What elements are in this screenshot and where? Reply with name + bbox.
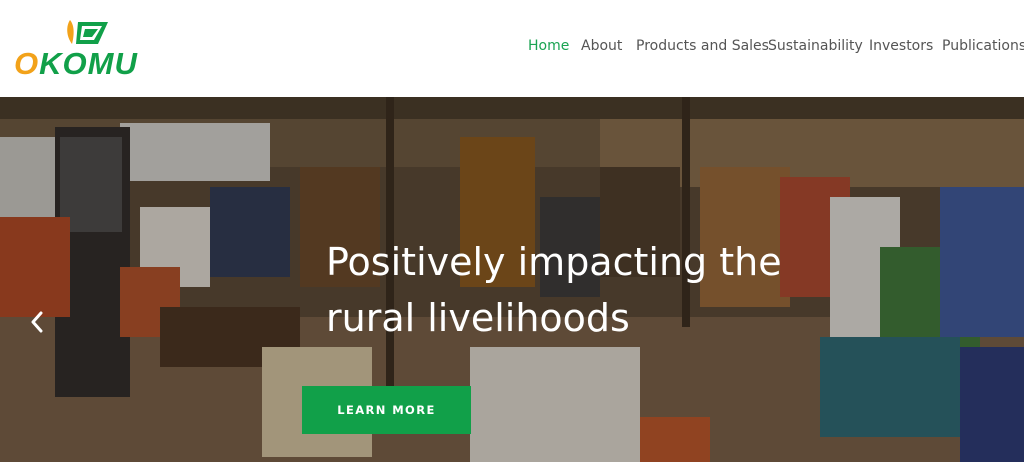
hero-title-line-2: rural livelihoods (326, 296, 630, 340)
nav-item-products-and-sales[interactable]: Products and Sales (636, 38, 769, 54)
nav-item-publications[interactable]: Publications (942, 38, 1024, 54)
hero-title-line-1: Positively impacting the (326, 240, 782, 284)
learn-more-button[interactable]: LEARN MORE (302, 386, 471, 434)
hero-title: Positively impacting the rural livelihoo… (326, 234, 846, 346)
slider-prev-button[interactable] (26, 307, 48, 337)
site-header: OKOMU Home About Products and Sales Sust… (0, 0, 1024, 97)
nav-item-about[interactable]: About (581, 38, 622, 54)
nav-item-investors[interactable]: Investors (869, 38, 933, 54)
chevron-left-icon (31, 311, 43, 333)
nav-item-sustainability[interactable]: Sustainability (768, 38, 863, 54)
nav-item-home[interactable]: Home (528, 38, 569, 54)
hero-slider: Positively impacting the rural livelihoo… (0, 97, 1024, 462)
main-nav: Home About Products and Sales Sustainabi… (0, 38, 1024, 58)
